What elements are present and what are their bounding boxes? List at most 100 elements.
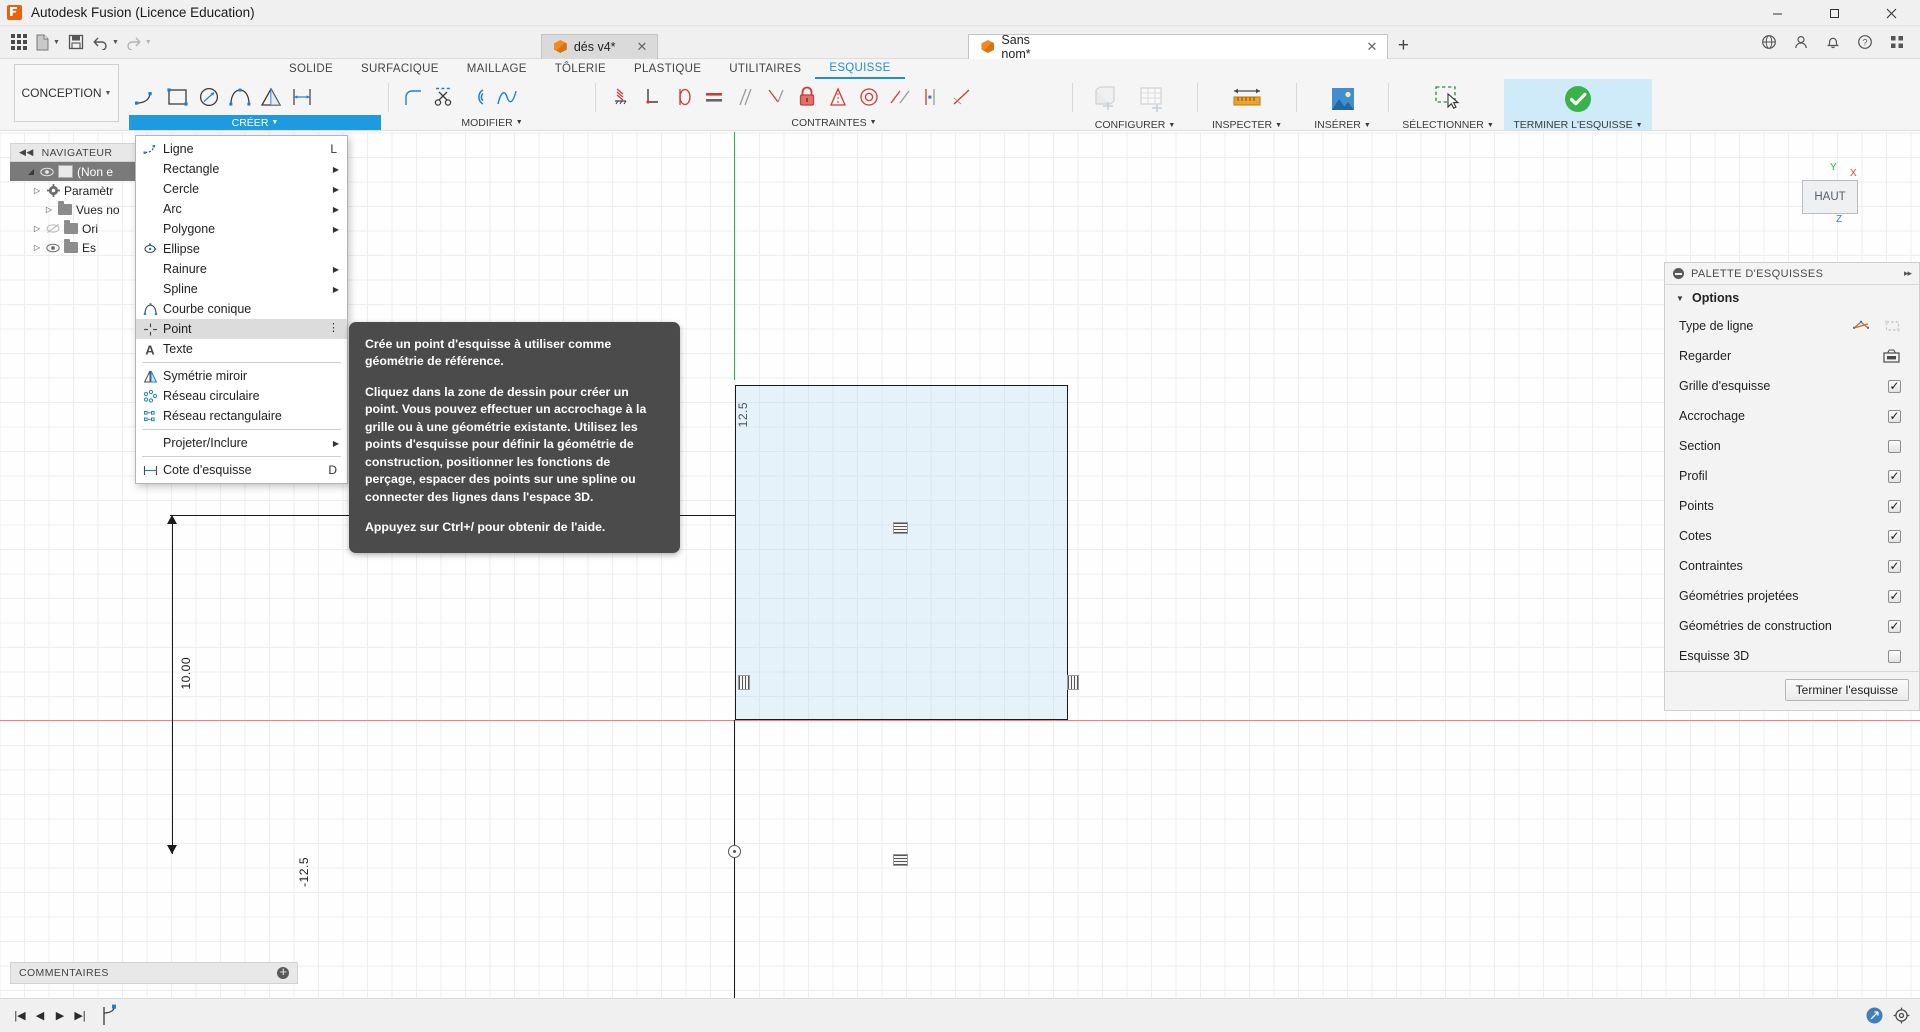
finish-sketch-check-icon[interactable]	[1555, 79, 1601, 119]
panel-inserer-title[interactable]: INSÉRER ▼	[1304, 119, 1381, 131]
globe-icon[interactable]	[1754, 29, 1784, 55]
measure-tool-icon[interactable]	[1224, 79, 1270, 119]
view-cube[interactable]: HAUT Y X Z	[1788, 162, 1858, 225]
linetype-construction-icon[interactable]	[1884, 319, 1901, 333]
expand-icon[interactable]	[1866, 1007, 1883, 1024]
new-file-icon[interactable]: ▼	[32, 29, 63, 55]
document-tab-close-icon[interactable]: ✕	[1367, 39, 1378, 55]
redo-caret[interactable]: ▼	[145, 39, 152, 46]
tab-maillage[interactable]: MAILLAGE	[453, 61, 541, 78]
rectangle-tool-icon[interactable]	[163, 79, 193, 115]
add-comment-icon[interactable]	[277, 964, 289, 979]
menu-item-rainure[interactable]: Rainure ▶	[136, 259, 347, 279]
undo-icon[interactable]: ▼	[89, 29, 122, 55]
section-checkbox[interactable]	[1888, 439, 1901, 453]
expand-triangle-icon[interactable]: ◢	[26, 167, 36, 176]
tab-solide[interactable]: SOLIDE	[275, 61, 347, 78]
menu-item-projeter-inclure[interactable]: Projeter/Inclure ▶	[136, 433, 347, 453]
geometries-construction-checkbox[interactable]	[1888, 619, 1901, 633]
timeline-last-button[interactable]: ▶|	[70, 1005, 90, 1027]
parallel-constraint-icon[interactable]	[730, 79, 760, 115]
constraint-badge-right[interactable]	[1067, 675, 1079, 690]
document-tab-close-icon[interactable]: ✕	[637, 39, 648, 55]
person-icon[interactable]	[1786, 29, 1816, 55]
arc-tool-icon[interactable]	[225, 79, 255, 115]
expand-triangle-icon[interactable]: ▷	[32, 224, 42, 233]
visibility-eye-icon[interactable]	[46, 243, 60, 253]
minimize-button[interactable]	[1749, 0, 1806, 26]
menu-item-ligne[interactable]: Ligne L	[136, 139, 347, 159]
lock-constraint-icon[interactable]	[792, 79, 822, 115]
app-grid-icon[interactable]	[6, 29, 32, 55]
origin-point[interactable]	[728, 845, 741, 858]
document-tab-0[interactable]: dés v4* ✕	[540, 33, 659, 59]
palette-expand-icon[interactable]: ▸▸	[1904, 268, 1912, 279]
palette-row-grille-esquisse[interactable]: Grille d'esquisse	[1665, 371, 1919, 401]
save-icon[interactable]	[63, 29, 89, 55]
line-tool-icon[interactable]	[132, 79, 162, 115]
expand-triangle-icon[interactable]: ▷	[32, 243, 42, 252]
dimension-value-vertical[interactable]: 10.00	[179, 657, 193, 690]
menu-item-courbe-conique[interactable]: Courbe conique	[136, 299, 347, 319]
menu-item-reseau-circulaire[interactable]: Réseau circulaire	[136, 386, 347, 406]
menu-item-rectangle[interactable]: Rectangle ▶	[136, 159, 347, 179]
tab-esquisse[interactable]: ESQUISSE	[815, 60, 905, 79]
palette-row-geometries-projetees[interactable]: Géométries projetées	[1665, 581, 1919, 611]
panel-terminer-title[interactable]: TERMINER L'ESQUISSE ▼	[1508, 119, 1648, 131]
configure-table-icon[interactable]	[1130, 79, 1176, 119]
accrochage-checkbox[interactable]	[1888, 409, 1901, 423]
concentric-constraint-icon[interactable]	[854, 79, 884, 115]
look-at-button-icon[interactable]	[1882, 348, 1901, 364]
panel-inspecter-title[interactable]: INSPECTER ▼	[1205, 119, 1289, 131]
linetype-normal-icon[interactable]	[1853, 319, 1870, 333]
cotes-checkbox[interactable]	[1888, 529, 1901, 543]
view-cube-face[interactable]: HAUT	[1802, 180, 1858, 214]
palette-row-section[interactable]: Section	[1665, 431, 1919, 461]
midpoint-constraint-icon[interactable]	[761, 79, 791, 115]
menu-item-reseau-rectangulaire[interactable]: Réseau rectangulaire	[136, 406, 347, 426]
menu-item-cote-esquisse[interactable]: Cote d'esquisse D	[136, 460, 347, 480]
panel-contraintes-title[interactable]: CONTRAINTES ▼	[603, 115, 1065, 130]
collapse-triangle-icon[interactable]: ▼	[1675, 294, 1685, 303]
grid-icon[interactable]	[1882, 29, 1912, 55]
points-checkbox[interactable]	[1888, 499, 1901, 513]
offset-tool-icon[interactable]	[461, 79, 491, 115]
timeline-first-button[interactable]: |◀	[10, 1005, 30, 1027]
tab-utilitaires[interactable]: UTILITAIRES	[715, 61, 815, 78]
circle-tool-icon[interactable]	[194, 79, 224, 115]
coincident-constraint-icon[interactable]	[916, 79, 946, 115]
menu-item-overflow-icon[interactable]: ⋮	[328, 323, 339, 334]
help-icon[interactable]: ?	[1850, 29, 1880, 55]
geometries-projetees-checkbox[interactable]	[1888, 589, 1901, 603]
visibility-eye-icon[interactable]	[40, 167, 54, 177]
palette-row-points[interactable]: Points	[1665, 491, 1919, 521]
constraint-badge-bottom[interactable]	[893, 854, 908, 866]
tab-plastique[interactable]: PLASTIQUE	[620, 61, 715, 78]
tangent-constraint-icon[interactable]	[668, 79, 698, 115]
finish-sketch-button[interactable]: Terminer l'esquisse	[1784, 679, 1909, 701]
insert-image-icon[interactable]	[1320, 79, 1366, 119]
close-button[interactable]	[1863, 0, 1920, 26]
expand-triangle-icon[interactable]: ▷	[32, 186, 42, 195]
panel-terminer-esquisse[interactable]: TERMINER L'ESQUISSE ▼	[1504, 79, 1652, 131]
menu-item-arc[interactable]: Arc ▶	[136, 199, 347, 219]
curvature-tool-icon[interactable]	[492, 79, 522, 115]
panel-selectionner-title[interactable]: SÉLECTIONNER ▼	[1396, 119, 1500, 131]
grille-esquisse-checkbox[interactable]	[1888, 379, 1901, 393]
browser-collapse-icon[interactable]: ◀◀	[19, 147, 34, 158]
redo-icon[interactable]: ▼	[122, 29, 155, 55]
fillet-tool-icon[interactable]	[399, 79, 429, 115]
menu-item-symetrie-miroir[interactable]: Symétrie miroir	[136, 366, 347, 386]
palette-row-accrochage[interactable]: Accrochage	[1665, 401, 1919, 431]
panel-configurer-title[interactable]: CONFIGURER ▼	[1080, 119, 1190, 131]
esquisse-3d-checkbox[interactable]	[1888, 649, 1901, 663]
menu-item-texte[interactable]: A Texte	[136, 339, 347, 359]
menu-item-ellipse[interactable]: Ellipse	[136, 239, 347, 259]
maximize-button[interactable]	[1806, 0, 1863, 26]
palette-row-contraintes[interactable]: Contraintes	[1665, 551, 1919, 581]
menu-item-point[interactable]: Point ⋮	[136, 319, 347, 339]
palette-row-cotes[interactable]: Cotes	[1665, 521, 1919, 551]
palette-row-esquisse-3d[interactable]: Esquisse 3D	[1665, 641, 1919, 671]
sketch-rectangle-profile[interactable]	[735, 385, 1068, 720]
construction-line-icon[interactable]	[947, 79, 977, 115]
